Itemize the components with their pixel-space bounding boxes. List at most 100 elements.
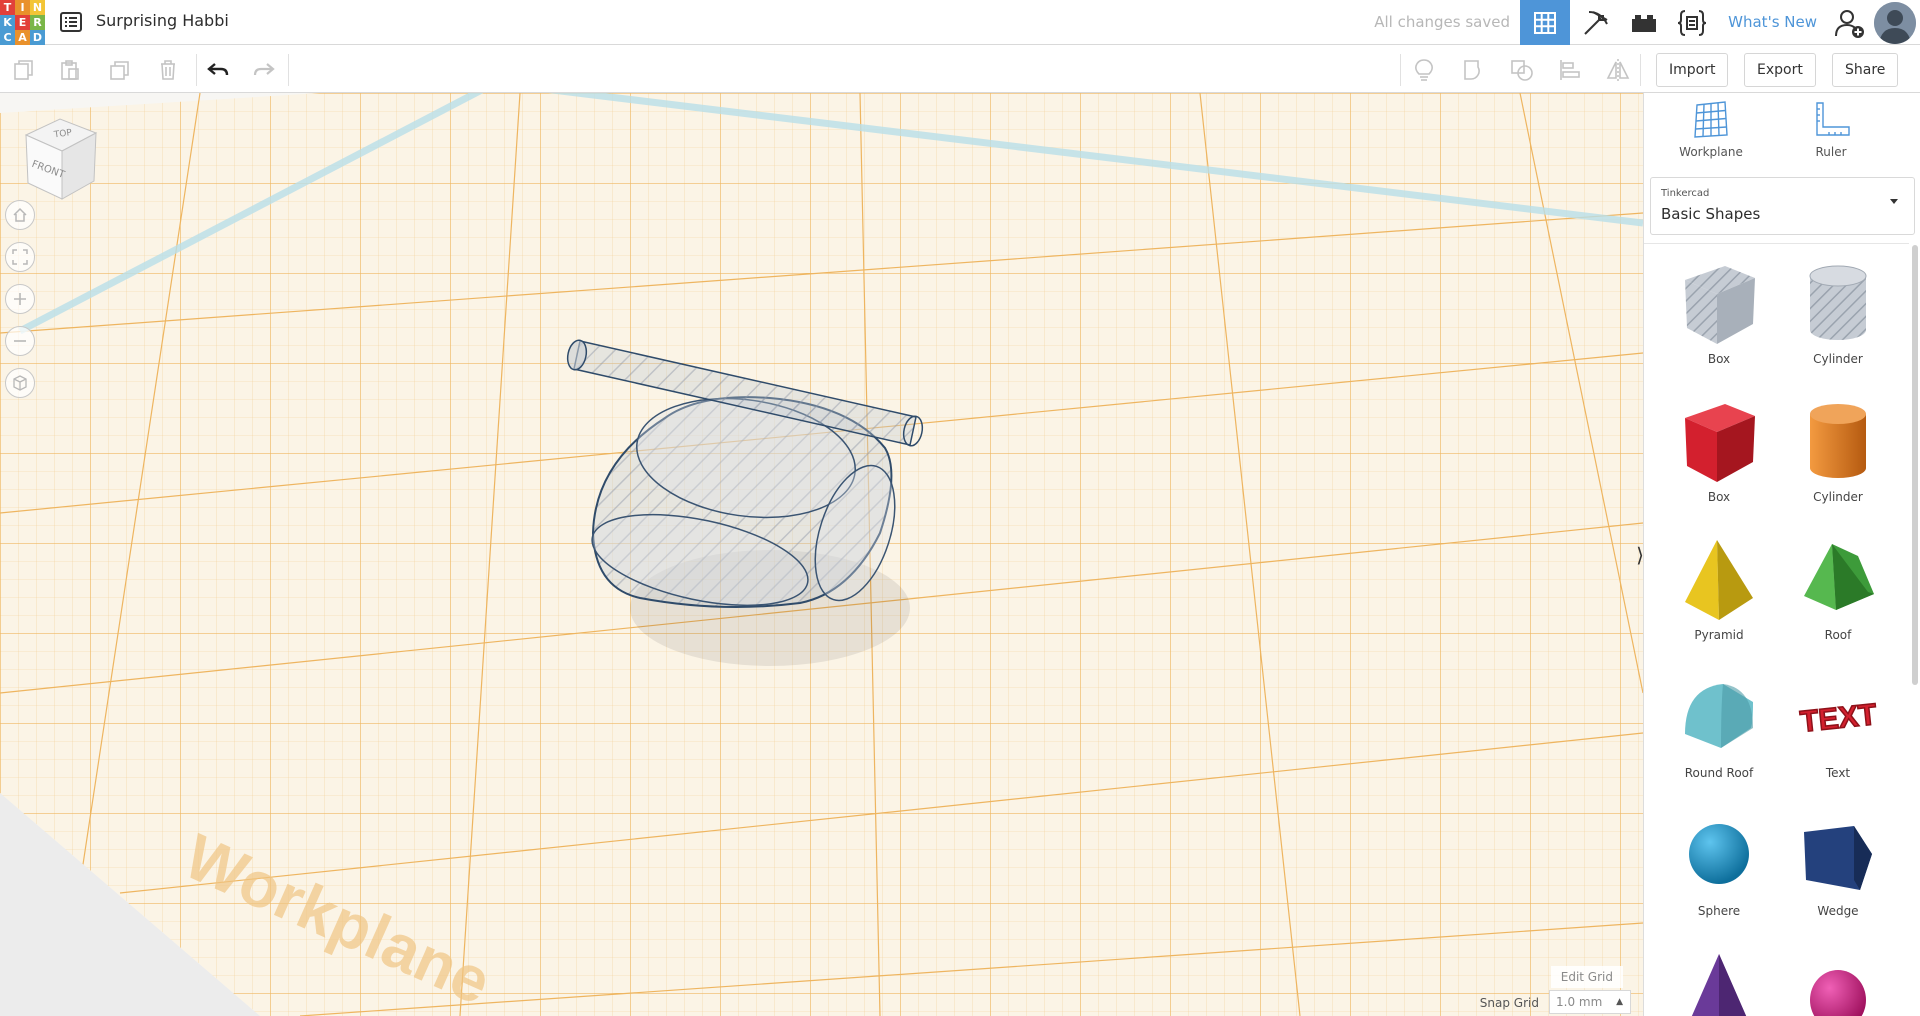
notes-button[interactable] <box>1408 54 1440 86</box>
zoom-out-icon <box>14 340 26 342</box>
home-view-button[interactable] <box>5 200 35 230</box>
pyramid-icon <box>1685 540 1753 620</box>
shape-round-roof[interactable]: Round Roof <box>1660 658 1778 786</box>
redo-icon <box>253 63 275 76</box>
align-button[interactable] <box>1554 54 1586 86</box>
shape-cylinder[interactable]: Cylinder <box>1779 382 1897 510</box>
shape-library-category: Basic Shapes <box>1661 205 1761 223</box>
mirror-icon <box>1606 59 1630 81</box>
pickaxe-icon <box>1584 10 1608 35</box>
zoom-in-button[interactable] <box>5 284 35 314</box>
shapes-scrollbar[interactable] <box>1912 245 1918 685</box>
import-button[interactable]: Import <box>1656 53 1729 87</box>
group-icon <box>1464 60 1480 80</box>
duplicate-icon <box>110 61 129 80</box>
note-icon <box>1415 59 1433 81</box>
workplane-scene[interactable]: Workplane <box>0 93 1643 1016</box>
shape-text[interactable]: TEXT Text <box>1779 658 1897 786</box>
shapes-grid: Box Cylinder Box Cylinder Pyramid Roof R… <box>1644 243 1909 1016</box>
ruler-tool-button[interactable]: Ruler <box>1786 101 1876 171</box>
paste-button[interactable] <box>54 54 86 86</box>
snap-grid-label: Snap Grid <box>1479 996 1539 1010</box>
workplane-tool-button[interactable]: Workplane <box>1666 101 1756 171</box>
logo-letter: R <box>30 15 45 30</box>
projection-toggle-button[interactable] <box>5 368 35 398</box>
box-icon <box>1685 404 1755 482</box>
codeblocks-button[interactable] <box>1668 0 1716 45</box>
avatar[interactable] <box>1874 2 1916 44</box>
shape-label: Sphere <box>1697 904 1741 918</box>
shape-paraboloid[interactable] <box>1779 934 1897 1016</box>
zoom-in-icon <box>14 293 26 305</box>
zoom-out-button[interactable] <box>5 326 35 356</box>
shape-pyramid[interactable]: Pyramid <box>1660 520 1778 648</box>
list-menu-icon <box>60 12 82 32</box>
shape-label: Wedge <box>1817 904 1859 918</box>
shape-label: Cylinder <box>1813 490 1863 504</box>
logo-letter: T <box>0 0 15 15</box>
redo-button[interactable] <box>248 54 280 86</box>
logo-letter: D <box>30 30 45 45</box>
projection-icon <box>13 375 27 391</box>
delete-icon <box>161 60 175 80</box>
ungroup-button[interactable] <box>1506 54 1538 86</box>
round-roof-icon <box>1685 684 1753 748</box>
paste-icon <box>61 60 79 80</box>
export-button[interactable]: Export <box>1744 53 1816 87</box>
logo-letter: N <box>30 0 45 15</box>
delete-button[interactable] <box>152 54 184 86</box>
shape-box-hole[interactable]: Box <box>1660 244 1778 372</box>
align-icon <box>1560 60 1580 80</box>
view-cube[interactable]: TOP FRONT <box>18 113 102 203</box>
codeblocks-icon <box>1677 9 1707 36</box>
toolbar-divider <box>288 54 289 86</box>
3d-viewport[interactable]: Workplane TOP FRONT Edit Grid Snap Grid … <box>0 93 1643 1016</box>
paraboloid-icon <box>1810 970 1866 1016</box>
hole-box-icon <box>1685 266 1755 344</box>
shape-label: Roof <box>1824 628 1852 642</box>
shape-cylinder-hole[interactable]: Cylinder <box>1779 244 1897 372</box>
mirror-button[interactable] <box>1602 54 1634 86</box>
design-menu-button[interactable] <box>58 9 84 35</box>
caret-down-icon <box>1890 199 1898 204</box>
fit-view-icon <box>12 249 28 265</box>
shape-label: Cylinder <box>1813 352 1863 366</box>
shape-label: Text <box>1825 766 1851 780</box>
toolbar-divider <box>196 54 197 86</box>
shape-cone[interactable] <box>1660 934 1778 1016</box>
ungroup-icon <box>1511 60 1533 81</box>
whats-new-link[interactable]: What's New <box>1728 13 1817 31</box>
shape-sphere[interactable]: Sphere <box>1660 796 1778 924</box>
3d-design-view-button[interactable] <box>1520 0 1570 45</box>
logo-letter: A <box>15 30 30 45</box>
lego-bricks-view-button[interactable] <box>1620 0 1668 45</box>
tinkercad-logo[interactable]: T I N K E R C A D <box>0 0 45 45</box>
cone-icon <box>1691 954 1747 1016</box>
edit-grid-button[interactable]: Edit Grid <box>1550 966 1623 988</box>
add-collaborator-button[interactable] <box>1830 4 1870 42</box>
text-shape-icon: TEXT <box>1798 697 1879 739</box>
shape-library-dropdown[interactable]: Tinkercad Basic Shapes <box>1650 177 1915 235</box>
fit-view-button[interactable] <box>5 242 35 272</box>
undo-button[interactable] <box>202 54 234 86</box>
shape-box[interactable]: Box <box>1660 382 1778 510</box>
wedge-icon <box>1804 826 1872 890</box>
shape-roof[interactable]: Roof <box>1779 520 1897 648</box>
edit-toolbar: Import Export Share <box>0 46 1920 93</box>
add-user-icon <box>1835 10 1864 38</box>
design-title[interactable]: Surprising Habbi <box>96 11 229 30</box>
group-button[interactable] <box>1458 54 1490 86</box>
caret-up-icon: ▲ <box>1616 997 1623 1007</box>
logo-letter: K <box>0 15 15 30</box>
shape-label: Pyramid <box>1694 628 1744 642</box>
bricks-icon <box>1632 14 1656 32</box>
snap-grid-select[interactable]: 1.0 mm ▲ <box>1549 990 1631 1014</box>
shape-wedge[interactable]: Wedge <box>1779 796 1897 924</box>
minecraft-view-button[interactable] <box>1572 0 1620 45</box>
duplicate-button[interactable] <box>104 54 136 86</box>
sphere-icon <box>1689 824 1749 884</box>
copy-button[interactable] <box>8 54 40 86</box>
logo-letter: C <box>0 30 15 45</box>
share-button[interactable]: Share <box>1832 53 1899 87</box>
workplane-tool-label: Workplane <box>1679 145 1743 159</box>
